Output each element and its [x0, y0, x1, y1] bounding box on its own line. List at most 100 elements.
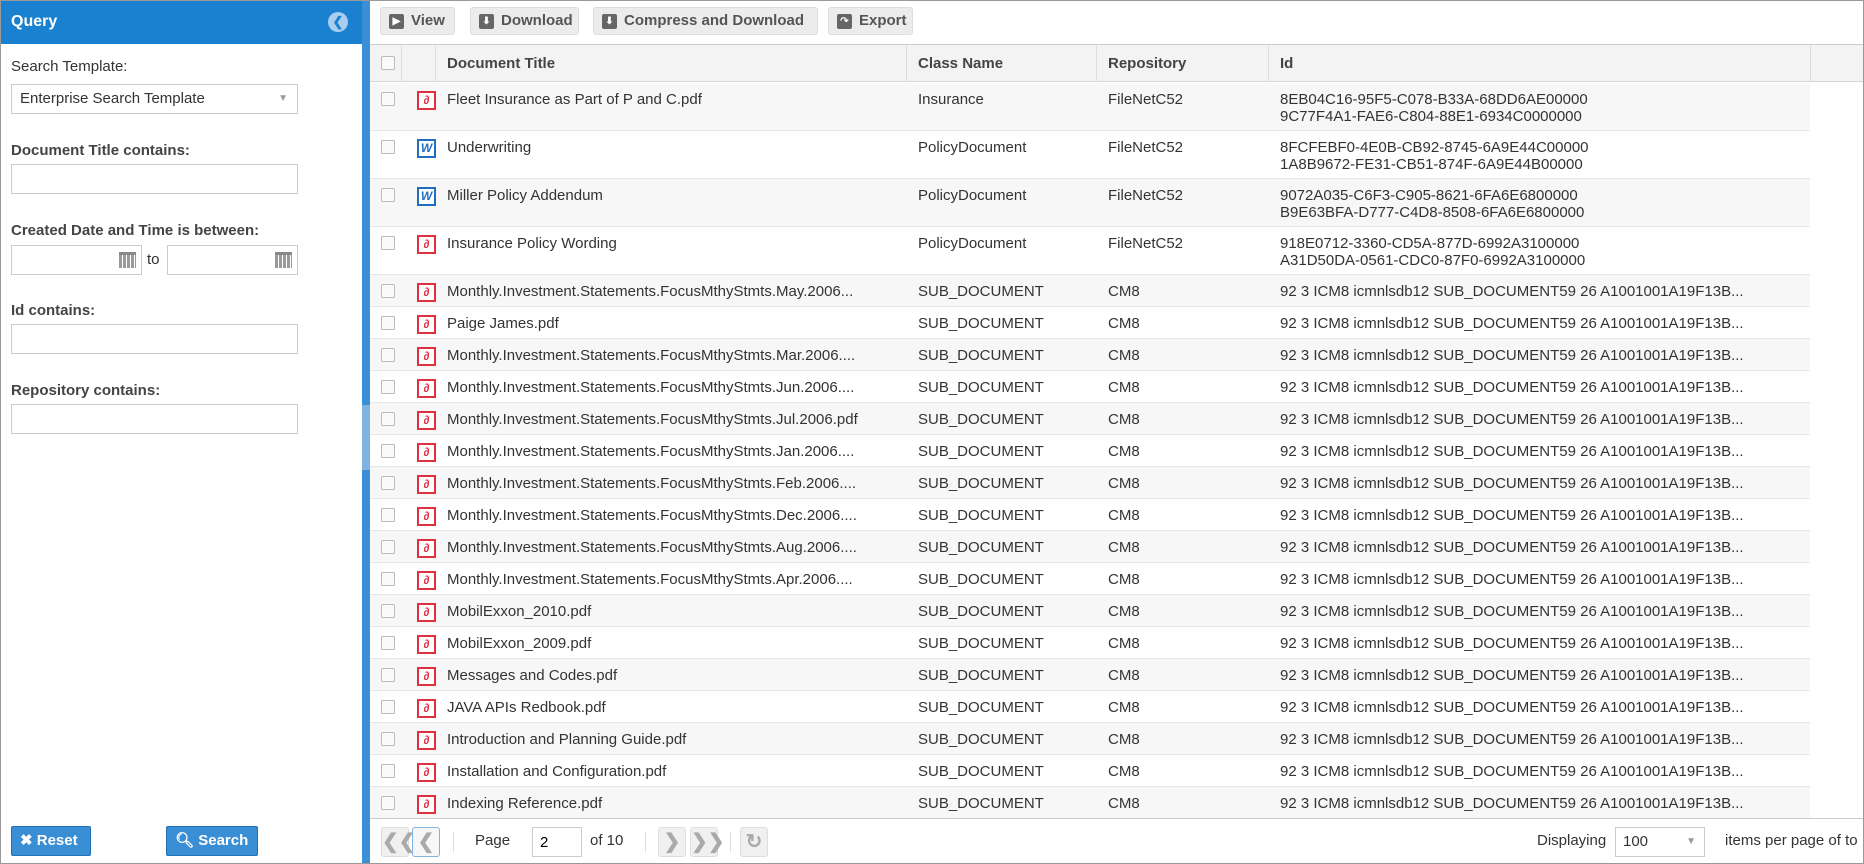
table-row[interactable]: ∂ Monthly.Investment.Statements.FocusMth…: [370, 499, 1810, 531]
document-title[interactable]: Monthly.Investment.Statements.FocusMthyS…: [447, 571, 897, 588]
page-input[interactable]: [532, 827, 582, 857]
id-line: 1A8B9672-FE31-CB51-874F-6A9E44B00000: [1280, 156, 1583, 173]
row-checkbox[interactable]: [381, 572, 395, 586]
document-title[interactable]: Paige James.pdf: [447, 315, 897, 332]
row-checkbox[interactable]: [381, 188, 395, 202]
table-row[interactable]: W Underwriting PolicyDocument FileNetC52…: [370, 131, 1810, 179]
pdf-file-icon: ∂: [417, 507, 436, 526]
document-title[interactable]: Monthly.Investment.Statements.FocusMthyS…: [447, 507, 897, 524]
id-line: 8EB04C16-95F5-C078-B33A-68DD6AE00000: [1280, 91, 1588, 108]
table-row[interactable]: ∂ Monthly.Investment.Statements.FocusMth…: [370, 403, 1810, 435]
table-row[interactable]: ∂ Paige James.pdf SUB_DOCUMENT CM8 92 3 …: [370, 307, 1810, 339]
document-title[interactable]: Monthly.Investment.Statements.FocusMthyS…: [447, 347, 897, 364]
document-title[interactable]: MobilExxon_2010.pdf: [447, 603, 897, 620]
row-checkbox[interactable]: [381, 796, 395, 810]
document-title[interactable]: Introduction and Planning Guide.pdf: [447, 731, 897, 748]
document-title[interactable]: Miller Policy Addendum: [447, 187, 897, 204]
document-title[interactable]: Monthly.Investment.Statements.FocusMthyS…: [447, 443, 897, 460]
row-checkbox[interactable]: [381, 284, 395, 298]
table-row[interactable]: ∂ Monthly.Investment.Statements.FocusMth…: [370, 563, 1810, 595]
per-page-select[interactable]: 100 ▼: [1615, 827, 1705, 857]
row-checkbox[interactable]: [381, 604, 395, 618]
column-header-repository[interactable]: Repository: [1097, 45, 1269, 82]
row-checkbox[interactable]: [381, 700, 395, 714]
repository: FileNetC52: [1108, 187, 1184, 204]
table-row[interactable]: W Miller Policy Addendum PolicyDocument …: [370, 179, 1810, 227]
collapse-panel-icon[interactable]: ❮: [328, 12, 348, 32]
id-line: 92 3 ICM8 icmnlsdb12 SUB_DOCUMENT59 26 A…: [1280, 699, 1744, 716]
document-title[interactable]: Underwriting: [447, 139, 897, 156]
row-checkbox[interactable]: [381, 764, 395, 778]
table-row[interactable]: ∂ Fleet Insurance as Part of P and C.pdf…: [370, 83, 1810, 131]
last-page-button[interactable]: ❯❯: [690, 827, 725, 857]
table-row[interactable]: ∂ Monthly.Investment.Statements.FocusMth…: [370, 339, 1810, 371]
row-checkbox[interactable]: [381, 476, 395, 490]
repository-input[interactable]: [11, 404, 298, 434]
first-page-button[interactable]: ❮❮: [381, 827, 416, 857]
row-checkbox[interactable]: [381, 412, 395, 426]
row-checkbox[interactable]: [381, 140, 395, 154]
table-row[interactable]: ∂ Messages and Codes.pdf SUB_DOCUMENT CM…: [370, 659, 1810, 691]
row-checkbox[interactable]: [381, 316, 395, 330]
table-row[interactable]: ∂ Introduction and Planning Guide.pdf SU…: [370, 723, 1810, 755]
document-title[interactable]: Installation and Configuration.pdf: [447, 763, 897, 780]
table-row[interactable]: ∂ Installation and Configuration.pdf SUB…: [370, 755, 1810, 787]
document-title[interactable]: Fleet Insurance as Part of P and C.pdf: [447, 91, 897, 108]
document-title[interactable]: Monthly.Investment.Statements.FocusMthyS…: [447, 475, 897, 492]
panel-splitter[interactable]: [362, 0, 370, 864]
calendar-icon[interactable]: [275, 252, 292, 268]
search-template-select[interactable]: Enterprise Search Template ▼: [11, 84, 298, 114]
created-from-input[interactable]: [11, 245, 142, 275]
splitter-handle[interactable]: [362, 405, 370, 470]
document-title[interactable]: Insurance Policy Wording: [447, 235, 897, 252]
row-checkbox[interactable]: [381, 636, 395, 650]
id-input[interactable]: [11, 324, 298, 354]
search-button[interactable]: 🔍︎ Search: [166, 826, 258, 856]
table-row[interactable]: ∂ Monthly.Investment.Statements.FocusMth…: [370, 275, 1810, 307]
document-title[interactable]: JAVA APIs Redbook.pdf: [447, 699, 897, 716]
column-header-class[interactable]: Class Name: [907, 45, 1097, 82]
select-all-checkbox[interactable]: [381, 56, 395, 70]
table-row[interactable]: ∂ Insurance Policy Wording PolicyDocumen…: [370, 227, 1810, 275]
previous-page-button[interactable]: ❮: [412, 827, 440, 857]
table-row[interactable]: ∂ Indexing Reference.pdf SUB_DOCUMENT CM…: [370, 787, 1810, 818]
pdf-file-icon: ∂: [417, 539, 436, 558]
document-title[interactable]: Monthly.Investment.Statements.FocusMthyS…: [447, 411, 897, 428]
document-title[interactable]: Monthly.Investment.Statements.FocusMthyS…: [447, 283, 897, 300]
document-title[interactable]: Messages and Codes.pdf: [447, 667, 897, 684]
row-checkbox[interactable]: [381, 444, 395, 458]
row-checkbox[interactable]: [381, 668, 395, 682]
row-checkbox[interactable]: [381, 92, 395, 106]
export-button[interactable]: ↷ Export: [828, 7, 913, 35]
table-row[interactable]: ∂ MobilExxon_2009.pdf SUB_DOCUMENT CM8 9…: [370, 627, 1810, 659]
refresh-button[interactable]: ↻: [740, 827, 768, 857]
row-checkbox[interactable]: [381, 508, 395, 522]
document-title[interactable]: Indexing Reference.pdf: [447, 795, 897, 812]
created-date-label: Created Date and Time is between:: [11, 222, 260, 239]
next-page-button[interactable]: ❯: [658, 827, 686, 857]
column-header-title[interactable]: Document Title: [436, 45, 907, 82]
row-checkbox[interactable]: [381, 348, 395, 362]
document-title[interactable]: Monthly.Investment.Statements.FocusMthyS…: [447, 539, 897, 556]
row-checkbox[interactable]: [381, 732, 395, 746]
compress-download-button[interactable]: ⬇ Compress and Download: [593, 7, 818, 35]
calendar-icon[interactable]: [119, 252, 136, 268]
table-row[interactable]: ∂ Monthly.Investment.Statements.FocusMth…: [370, 435, 1810, 467]
row-checkbox[interactable]: [381, 540, 395, 554]
table-row[interactable]: ∂ Monthly.Investment.Statements.FocusMth…: [370, 531, 1810, 563]
table-row[interactable]: ∂ Monthly.Investment.Statements.FocusMth…: [370, 467, 1810, 499]
download-button[interactable]: ⬇ Download: [470, 7, 579, 35]
document-title[interactable]: MobilExxon_2009.pdf: [447, 635, 897, 652]
table-row[interactable]: ∂ JAVA APIs Redbook.pdf SUB_DOCUMENT CM8…: [370, 691, 1810, 723]
row-checkbox[interactable]: [381, 236, 395, 250]
created-to-input[interactable]: [167, 245, 298, 275]
table-row[interactable]: ∂ Monthly.Investment.Statements.FocusMth…: [370, 371, 1810, 403]
document-title[interactable]: Monthly.Investment.Statements.FocusMthyS…: [447, 379, 897, 396]
row-checkbox[interactable]: [381, 380, 395, 394]
id-line: A31D50DA-0561-CDC0-87F0-6992A3100000: [1280, 252, 1586, 269]
view-button[interactable]: ▶ View: [380, 7, 455, 35]
table-row[interactable]: ∂ MobilExxon_2010.pdf SUB_DOCUMENT CM8 9…: [370, 595, 1810, 627]
doc-title-input[interactable]: [11, 164, 298, 194]
reset-button[interactable]: ✖ Reset: [11, 826, 91, 856]
column-header-id[interactable]: Id: [1269, 45, 1811, 82]
